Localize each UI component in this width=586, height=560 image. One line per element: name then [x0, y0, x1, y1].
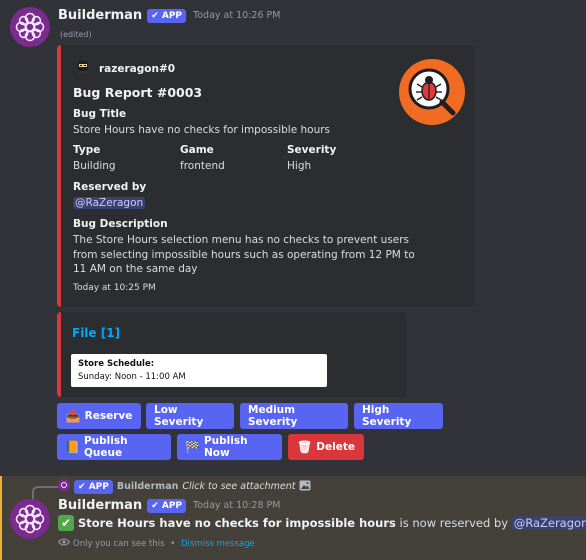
file-link[interactable]: File [1] [72, 326, 120, 340]
app-badge-2: ✔ APP [147, 498, 187, 513]
type-label: Type [73, 144, 101, 156]
reservation-message: ✔ Store Hours have no checks for impossi… [58, 515, 586, 531]
flower-icon [10, 7, 50, 47]
severity-label: Severity [287, 144, 337, 156]
check-mark-icon: ✔ [58, 515, 74, 531]
checkered-flag-icon: 🏁 [185, 440, 200, 454]
message2-header: Builderman ✔ APP Today at 10:28 PM [58, 498, 280, 513]
embed-author: razeragon#0 [75, 59, 175, 79]
publish-queue-label: Publish Queue [83, 435, 128, 459]
game-label: Game [180, 144, 214, 156]
reply-author: Builderman [116, 481, 179, 492]
user-mention-2[interactable]: @RaZeragon [511, 516, 586, 530]
mini-avatar-icon [58, 479, 70, 494]
reserve-button[interactable]: 📥 Reserve [57, 403, 141, 429]
medium-severity-button[interactable]: Medium Severity [240, 403, 348, 429]
inbox-tray-icon: 📥 [65, 409, 81, 423]
edited-label: (edited) [60, 30, 92, 39]
severity-value: High [287, 160, 312, 172]
bot-avatar-2[interactable] [10, 499, 50, 539]
eye-icon [57, 538, 71, 549]
orange-book-icon: 📙 [65, 440, 80, 454]
high-severity-button[interactable]: High Severity [354, 403, 443, 429]
ninja-avatar-icon [75, 59, 91, 79]
description-line-3: 11 AM on the same day [73, 263, 198, 275]
dismiss-message-link[interactable]: Dismiss message [181, 539, 255, 549]
medium-severity-label: Medium Severity [248, 404, 298, 428]
author-name-2[interactable]: Builderman [58, 498, 142, 513]
reply-app-badge: ✔ APP [74, 479, 113, 494]
wastebasket-icon: 🗑 [297, 440, 313, 454]
reply-spine [32, 486, 58, 500]
description-label: Bug Description [73, 218, 168, 230]
reserved-value: @RaZeragon [73, 196, 146, 211]
app-badge: ✔ APP [147, 8, 187, 23]
schedule-title: Store Schedule: [78, 359, 155, 369]
publish-queue-button[interactable]: 📙 Publish Queue [57, 434, 171, 460]
bug-title-bold: Store Hours have no checks for impossibl… [78, 516, 396, 530]
game-value: frontend [180, 160, 225, 172]
embed-footer: Today at 10:25 PM [73, 283, 156, 293]
bug-thumbnail-icon[interactable] [398, 58, 466, 130]
separator: • [167, 538, 178, 549]
schedule-line: Sunday: Noon - 11:00 AM [78, 372, 186, 382]
description-line-1: The Store Hours selection menu has no ch… [73, 234, 410, 246]
bot-avatar[interactable] [10, 7, 50, 47]
message-timestamp-2: Today at 10:28 PM [193, 500, 281, 511]
embed-title: Bug Report #0003 [73, 85, 203, 100]
low-severity-button[interactable]: Low Severity [146, 403, 234, 429]
only-you-text: Only you can see this [73, 538, 165, 549]
reserved-label: Reserved by [73, 181, 147, 193]
type-value: Building [73, 160, 116, 172]
file-embed: File [1] Store Schedule: Sunday: Noon - … [57, 312, 406, 397]
bug-report-embed: razeragon#0 Bug Report #0003 Bug Title S… [57, 45, 475, 307]
message-timestamp: Today at 10:26 PM [193, 10, 281, 21]
ephemeral-note: Only you can see this • Dismiss message [57, 538, 255, 549]
description-line-2: from selecting impossible hours such as … [73, 249, 415, 261]
author-name[interactable]: Builderman [58, 8, 142, 23]
reply-text: Click to see attachment [182, 481, 296, 492]
reserve-label: Reserve [84, 410, 133, 422]
bug-title-label: Bug Title [73, 108, 127, 120]
message1-header: Builderman ✔ APP Today at 10:26 PM [58, 8, 280, 23]
publish-now-button[interactable]: 🏁 Publish Now [177, 434, 282, 460]
reply-preview[interactable]: ✔ APP Builderman Click to see attachment [58, 479, 311, 494]
image-attachment-icon [299, 480, 311, 494]
publish-now-label: Publish Now [203, 435, 248, 459]
user-mention[interactable]: @RaZeragon [73, 197, 146, 209]
delete-label: Delete [316, 441, 355, 453]
low-severity-label: Low Severity [154, 404, 204, 428]
bug-title-value: Store Hours have no checks for impossibl… [73, 124, 331, 136]
schedule-attachment[interactable]: Store Schedule: Sunday: Noon - 11:00 AM [71, 354, 327, 387]
flower-icon-2 [10, 499, 50, 539]
embed-author-name[interactable]: razeragon#0 [99, 63, 175, 75]
highlighted-message: ✔ APP Builderman Click to see attachment… [0, 476, 586, 560]
reservation-text: is now reserved by [395, 516, 512, 530]
high-severity-label: High Severity [362, 404, 412, 428]
delete-button[interactable]: 🗑 Delete [288, 434, 364, 460]
